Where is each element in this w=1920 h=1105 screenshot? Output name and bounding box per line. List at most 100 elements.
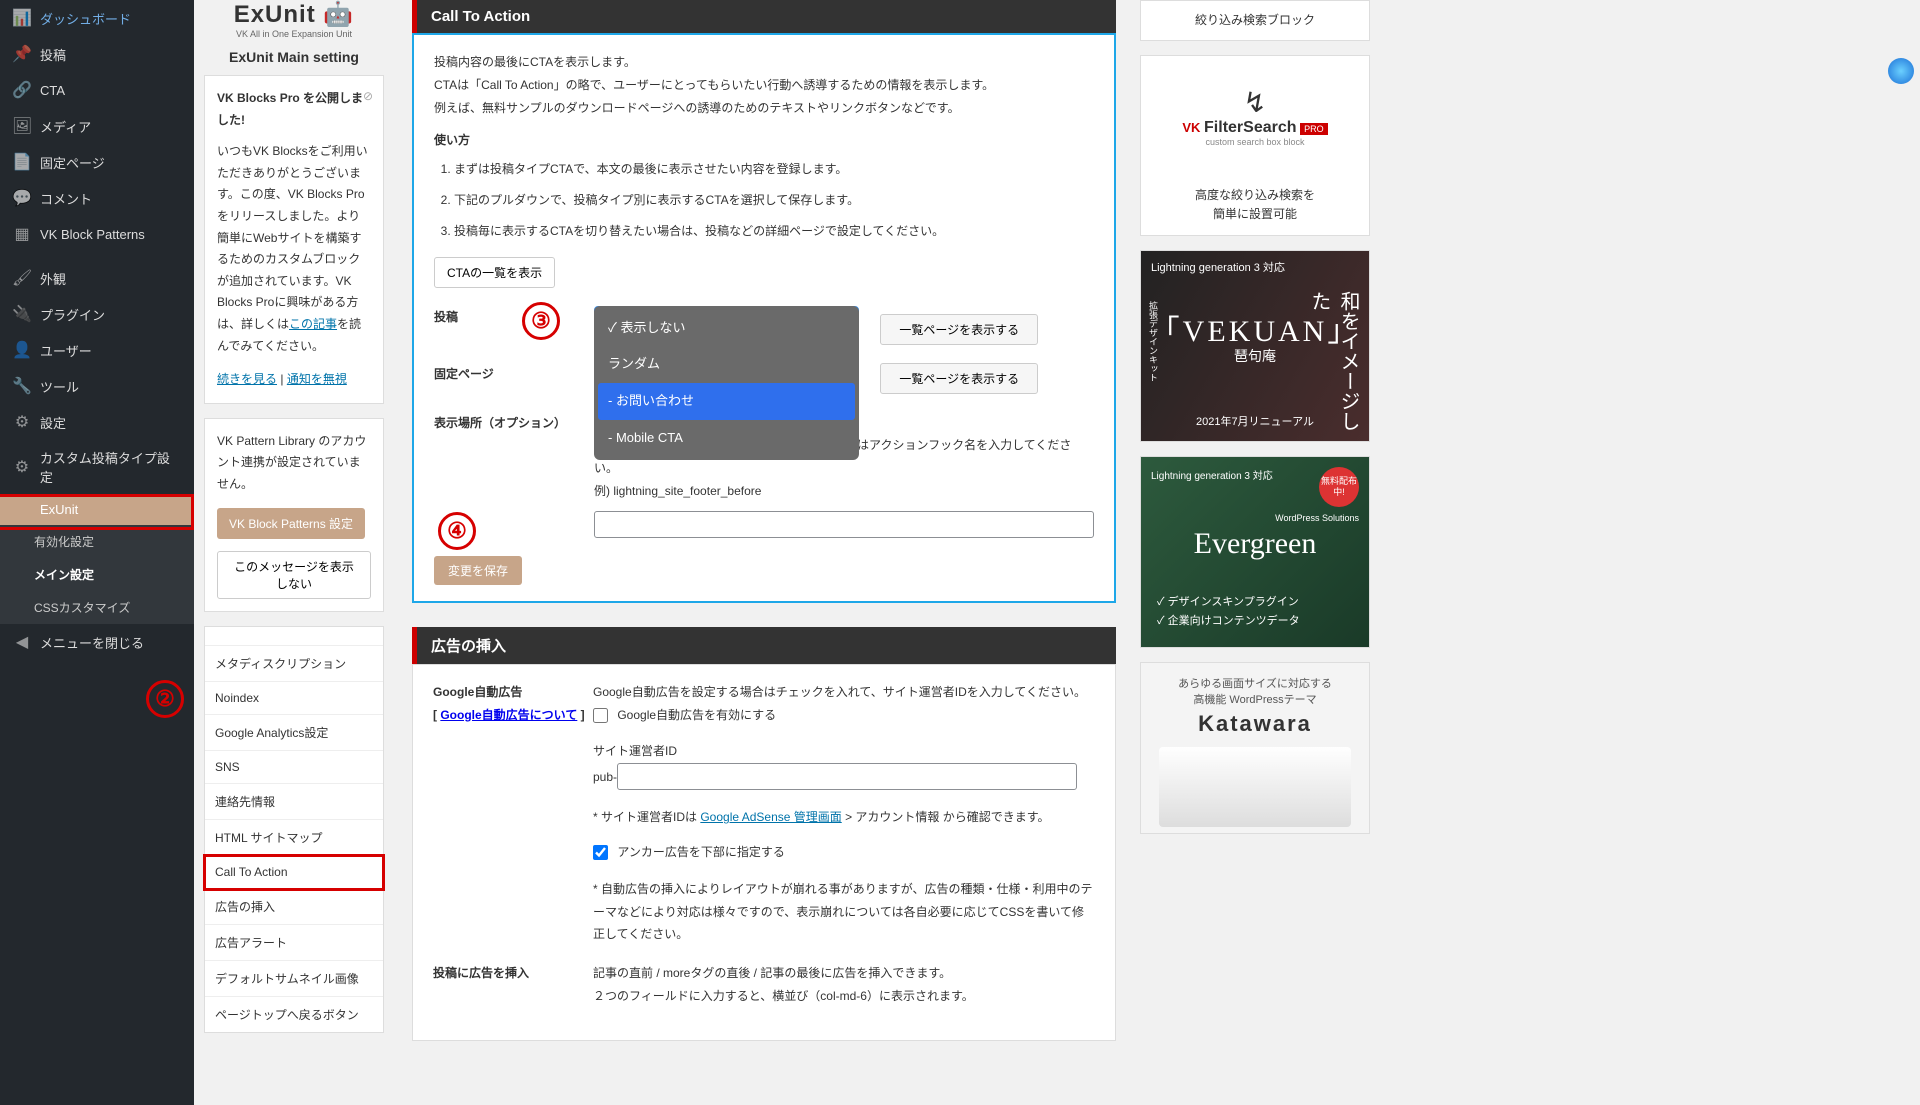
menu-item[interactable]: 👤ユーザー [0,332,194,368]
select-dropdown: 表示しないランダム- お問い合わせ- Mobile CTA [594,306,859,461]
setting-row[interactable]: タグ設定</div> [205,627,383,646]
menu-item[interactable]: 🖌外観 [0,260,194,296]
menu-item[interactable]: 🔧 ツール [0,368,194,404]
setting-row[interactable]: ページトップへ戻るボタン [205,997,383,1032]
notice-dismiss-link[interactable]: 通知を無視 [287,372,347,386]
menu-label: 設定 [40,413,66,432]
about-auto-ads-link[interactable]: Google自動広告について [440,708,577,722]
howto-step: まずは投稿タイプCTAで、本文の最後に表示させたい内容を登録します。 [454,158,1094,181]
cta-panel: 投稿内容の最後にCTAを表示します。 CTAは「Call To Action」の… [412,33,1116,603]
menu-label: プラグイン [40,305,105,324]
ad-filtersearch[interactable]: ↯ VK FilterSearch PRO custom search box … [1140,55,1370,235]
publisher-id-input[interactable] [617,763,1077,790]
cta-list-button[interactable]: CTAの一覧を表示 [434,257,555,288]
submenu-item[interactable]: 有効化設定 [0,525,194,558]
howto-heading: 使い方 [434,129,1094,152]
menu-item[interactable]: 🔌 プラグイン [0,296,194,332]
menu-item[interactable]: 🔗 CTA [0,72,194,108]
menu-item[interactable]: 📄固定ページ [0,144,194,180]
section-header-ads: 広告の挿入 [412,627,1116,664]
notice-link[interactable]: この記事 [289,317,337,331]
menu-item[interactable]: 📌 投稿 [0,36,194,72]
exunit-logo: ExUnit 🤖 VK All in One Expansion Unit [204,0,384,39]
auto-ads-label: Google自動広告 [ Google自動広告について ] [433,681,593,727]
save-button[interactable]: 変更を保存 [434,556,522,585]
adsense-admin-link[interactable]: Google AdSense 管理画面 [700,810,841,824]
settings-nav-column: ExUnit 🤖 VK All in One Expansion Unit Ex… [194,0,394,1105]
anchor-ads-checkbox[interactable]: アンカー広告を下部に指定する [593,841,1095,864]
menu-item[interactable]: ▦ VK Block Patterns [0,216,194,252]
close-icon[interactable]: ⊘ [363,86,373,108]
menu-icon: ▦ [12,224,32,244]
setting-row[interactable]: 広告アラート [205,925,383,961]
menu-label: 外観 [40,269,66,288]
menu-icon: 🔌 [12,304,32,324]
setting-row[interactable]: 広告の挿入 [205,889,383,925]
ads-panel: Google自動広告 [ Google自動広告について ] Google自動広告… [412,664,1116,1041]
select-option[interactable]: - Mobile CTA [598,420,855,457]
howto-step: 下記のプルダウンで、投稿タイプ別に表示するCTAを選択して保存します。 [454,189,1094,212]
ad-top[interactable]: 絞り込み検索ブロック [1140,0,1370,41]
collapse-icon: ◀ [12,632,32,652]
collapse-label: メニューを閉じる [40,633,144,652]
menu-label: 投稿 [40,45,66,64]
pattern-settings-button[interactable]: VK Block Patterns 設定 [217,508,365,539]
swirl-icon [1888,58,1914,84]
ad-vekuan[interactable]: Lightning generation 3 対応 拡張デザインキット 「VEK… [1140,250,1370,442]
select-option[interactable]: ランダム [598,346,855,383]
menu-item[interactable]: 💬 コメント [0,180,194,216]
main-content: Call To Action 投稿内容の最後にCTAを表示します。 CTAは「C… [394,0,1134,1105]
annotation-2: ② [146,680,184,718]
ad-katawara[interactable]: あらゆる画面サイズに対応する高機能 WordPressテーマ Katawara [1140,662,1370,834]
menu-icon: 💬 [12,188,32,208]
select-option[interactable]: - お問い合わせ [598,383,855,420]
hide-message-button[interactable]: このメッセージを表示しない [217,551,371,599]
menu-icon: ⚙ [12,457,32,477]
setting-row[interactable]: デフォルトサムネイル画像 [205,961,383,997]
action-hook-input[interactable] [594,511,1094,538]
menu-icon: 🖼 [12,116,32,136]
menu-icon: 🔧 [12,376,32,396]
publisher-id-label: サイト運営者ID [593,740,1095,763]
enable-auto-ads-checkbox[interactable]: Google自動広告を有効にする [593,708,776,722]
submenu-item[interactable]: CSSカスタマイズ [0,591,194,624]
select-option[interactable]: 表示しない [598,310,855,347]
menu-label: ツール [40,377,79,396]
menu-label: CTA [40,83,65,98]
setting-row[interactable]: Google Analytics設定 [205,715,383,751]
section-header-cta: Call To Action [412,0,1116,33]
menu-icon: 📌 [12,44,32,64]
sidebar-ads: 絞り込み検索ブロック ↯ VK FilterSearch PRO custom … [1134,0,1384,1105]
howto-step: 投稿毎に表示するCTAを切り替えたい場合は、投稿などの詳細ページで設定してくださ… [454,220,1094,243]
notice-more-link[interactable]: 続きを見る [217,372,277,386]
setting-row[interactable]: メタディスクリプション [205,646,383,682]
notice-heading: VK Blocks Pro を公開しました! [217,91,363,127]
annotation-4: ④ [438,512,476,550]
menu-label: VK Block Patterns [40,227,145,242]
show-list-page-button[interactable]: 一覧ページを表示する [880,314,1038,345]
collapse-menu[interactable]: ◀ メニューを閉じる [0,624,194,660]
ad-evergreen[interactable]: Lightning generation 3 対応 無料配布中! WordPre… [1140,456,1370,648]
page-title: ExUnit Main setting [204,49,384,65]
menu-item[interactable]: ⚙ 設定 [0,404,194,440]
show-list-page-button-2[interactable]: 一覧ページを表示する [880,363,1038,394]
setting-row[interactable]: HTML サイトマップ [205,820,383,856]
setting-row[interactable]: 連絡先情報 [205,784,383,820]
menu-item[interactable]: 🖼 メディア [0,108,194,144]
setting-section-list: タグ設定</div>メタディスクリプションNoindexGoogle Analy… [204,626,384,1033]
submenu-item[interactable]: メイン設定 [0,558,194,591]
menu-item[interactable]: 📊ダッシュボード [0,0,194,36]
menu-label: コメント [40,189,92,208]
setting-row[interactable]: SNS [205,751,383,784]
field-label-position: 表示場所（オプション） [434,412,594,435]
menu-exunit[interactable]: ExUnit [0,494,194,525]
menu-label: ユーザー [40,341,92,360]
menu-label: メディア [40,117,91,136]
menu-icon: 🔗 [12,80,32,100]
setting-row[interactable]: Noindex [205,682,383,715]
menu-item[interactable]: ⚙カスタム投稿タイプ設定 [0,440,194,494]
field-label-post: 投稿 [434,306,594,329]
setting-row[interactable]: Call To Action [205,856,383,889]
menu-icon: 📄 [12,152,32,172]
menu-icon: ⚙ [12,412,32,432]
